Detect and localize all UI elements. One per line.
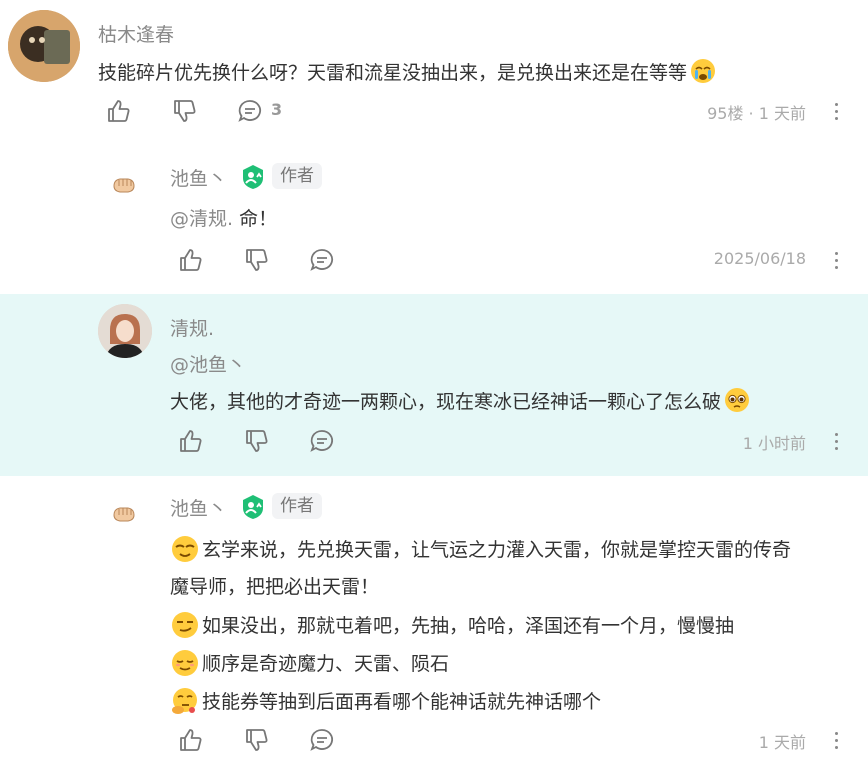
author-verified-icon	[243, 495, 263, 519]
thumbs-up-icon	[180, 729, 202, 751]
smug-sunglasses-emoji-icon	[172, 536, 198, 562]
like-button[interactable]	[176, 426, 206, 456]
thumbs-down-icon	[246, 729, 268, 751]
floor-and-time: 95楼 · 1 天前	[707, 104, 806, 123]
dislike-button[interactable]	[242, 426, 272, 456]
comment-body-line: 魔导师，把把必出天雷！	[170, 576, 380, 598]
comment-bubble-icon	[310, 729, 334, 751]
like-button[interactable]	[104, 96, 134, 126]
timestamp: 1 天前	[758, 733, 806, 752]
like-button[interactable]	[176, 725, 206, 755]
comment-author[interactable]: 池鱼丶	[170, 164, 227, 191]
more-options-button[interactable]	[826, 725, 846, 755]
comment-body: 技能碎片优先换什么呀？天雷和流星没抽出来，是兑换出来还是在等等	[98, 62, 688, 84]
thumbs-up-icon	[180, 249, 202, 271]
comment-line: 如果没出，那就屯着吧，先抽，哈哈，泽国还有一个月，慢慢抽	[170, 610, 734, 640]
crying-emoji-icon	[691, 59, 716, 83]
reply-button[interactable]	[235, 96, 265, 126]
comment-bubble-icon	[310, 249, 334, 271]
avatar[interactable]	[98, 304, 152, 358]
comment-actions: 1 天前	[176, 725, 864, 755]
like-button[interactable]	[176, 245, 206, 275]
avatar[interactable]	[8, 10, 80, 82]
comment-actions: 2025/06/18	[176, 245, 864, 275]
reply-button[interactable]	[307, 245, 337, 275]
author-verified-icon	[243, 165, 263, 189]
thumbs-up-icon	[108, 100, 130, 122]
thumbs-down-icon	[246, 430, 268, 452]
comment-line: 魔导师，把把必出天雷！	[170, 572, 379, 599]
relieved-emoji-icon	[172, 650, 198, 676]
comment-author[interactable]: 清规.	[170, 314, 214, 341]
comment-author[interactable]: 枯木逢春	[98, 20, 174, 47]
comment-body: 大佬，其他的才奇迹一两颗心，现在寒冰已经神话一颗心了怎么破	[170, 391, 722, 413]
thinking-emoji-icon	[172, 688, 197, 714]
comment-text: 技能碎片优先换什么呀？天雷和流星没抽出来，是兑换出来还是在等等	[98, 57, 717, 85]
more-options-button[interactable]	[826, 96, 846, 126]
comment-line: 顺序是奇迹魔力、天雷、陨石	[170, 648, 449, 678]
thumbs-down-icon	[246, 249, 268, 271]
comment-body-line: 技能券等抽到后面再看哪个能神话就先神话哪个	[202, 691, 602, 713]
dislike-button[interactable]	[242, 245, 272, 275]
thumbs-up-icon	[180, 430, 202, 452]
comment-bubble-icon	[310, 430, 334, 452]
avatar[interactable]	[108, 168, 140, 200]
comment-text: @清规. 命！	[170, 204, 277, 231]
comment-body-line: 如果没出，那就屯着吧，先抽，哈哈，泽国还有一个月，慢慢抽	[202, 615, 735, 637]
thumbs-down-icon	[174, 100, 196, 122]
more-options-button[interactable]	[826, 426, 846, 456]
mention-link[interactable]: @池鱼丶	[170, 354, 246, 376]
reply-count: 3	[271, 100, 283, 119]
avatar[interactable]	[108, 497, 140, 529]
comment-text: 大佬，其他的才奇迹一两颗心，现在寒冰已经神话一颗心了怎么破	[170, 386, 751, 414]
more-options-button[interactable]	[826, 245, 846, 275]
comment-actions: 1 小时前	[176, 426, 864, 456]
reply-button[interactable]	[307, 725, 337, 755]
pleading-face-emoji-icon	[725, 388, 750, 412]
smirk-emoji-icon	[172, 612, 198, 638]
author-badge: 作者	[272, 163, 322, 189]
dislike-button[interactable]	[242, 725, 272, 755]
mention-line: @池鱼丶	[170, 350, 246, 377]
timestamp: 1 小时前	[742, 434, 806, 453]
timestamp: 2025/06/18	[713, 249, 806, 268]
comment-actions: 3 95楼 · 1 天前	[104, 96, 864, 126]
comment-body-line: 顺序是奇迹魔力、天雷、陨石	[202, 653, 450, 675]
mention-link[interactable]: @清规.	[170, 208, 233, 230]
comment-body: 命！	[233, 208, 278, 230]
comment-author[interactable]: 池鱼丶	[170, 494, 227, 521]
author-badge: 作者	[272, 493, 322, 519]
comment-body-line: 玄学来说，先兑换天雷，让气运之力灌入天雷，你就是掌控天雷的传奇	[202, 539, 792, 561]
dislike-button[interactable]	[170, 96, 200, 126]
reply-button[interactable]	[307, 426, 337, 456]
comment-line: 玄学来说，先兑换天雷，让气运之力灌入天雷，你就是掌控天雷的传奇	[170, 534, 791, 564]
comment-bubble-icon	[238, 100, 262, 122]
comment-line: 技能券等抽到后面再看哪个能神话就先神话哪个	[170, 686, 601, 716]
